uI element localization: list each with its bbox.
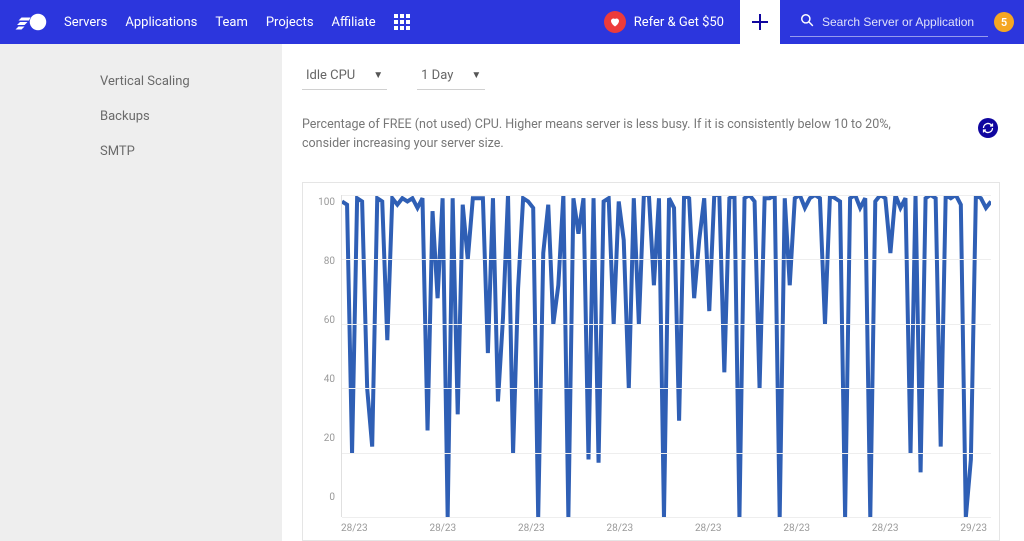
refresh-button[interactable]: [978, 118, 998, 138]
top-nav-bar: Servers Applications Team Projects Affil…: [0, 0, 1024, 44]
chevron-down-icon: ▼: [471, 70, 481, 81]
refer-label: Refer & Get $50: [634, 15, 724, 30]
notification-badge[interactable]: 5: [994, 12, 1014, 32]
chart-x-tick: 28/23: [518, 523, 545, 534]
nav-projects[interactable]: Projects: [266, 15, 314, 30]
brand-logo[interactable]: [14, 11, 50, 33]
metric-value: Idle CPU: [306, 68, 355, 83]
sidebar: Vertical Scaling Backups SMTP: [0, 44, 282, 541]
search-box[interactable]: [790, 7, 988, 37]
nav-applications[interactable]: Applications: [125, 15, 197, 30]
cpu-chart: 100806040200 28/2328/2328/2328/2328/2328…: [302, 182, 1000, 541]
heart-icon: [604, 11, 626, 33]
chart-y-tick: 0: [329, 492, 335, 503]
metric-description: Percentage of FREE (not used) CPU. Highe…: [302, 116, 922, 154]
chevron-down-icon: ▼: [373, 70, 383, 81]
chart-x-tick: 28/23: [429, 523, 456, 534]
sidebar-item-vertical-scaling[interactable]: Vertical Scaling: [0, 64, 282, 99]
chart-x-tick: 28/23: [872, 523, 899, 534]
sidebar-item-smtp[interactable]: SMTP: [0, 134, 282, 169]
filter-row: Idle CPU ▼ 1 Day ▼: [302, 64, 1000, 90]
range-value: 1 Day: [421, 68, 453, 83]
nav-servers[interactable]: Servers: [64, 15, 107, 30]
chart-x-tick: 28/23: [606, 523, 633, 534]
chart-y-tick: 100: [318, 197, 335, 208]
chart-x-tick: 28/23: [341, 523, 368, 534]
main-panel: Idle CPU ▼ 1 Day ▼ Percentage of FREE (n…: [282, 44, 1024, 541]
chart-series-line: [342, 195, 991, 518]
sidebar-item-backups[interactable]: Backups: [0, 99, 282, 134]
chart-y-tick: 60: [324, 315, 335, 326]
metric-dropdown[interactable]: Idle CPU ▼: [302, 64, 387, 90]
range-dropdown[interactable]: 1 Day ▼: [417, 64, 485, 90]
chart-y-tick: 20: [324, 433, 335, 444]
chart-x-tick: 28/23: [695, 523, 722, 534]
search-icon: [800, 13, 814, 31]
add-button[interactable]: [740, 0, 780, 44]
chart-x-axis: 28/23 28/23 28/23 28/23 28/23 28/23 28/23 29/23: [307, 517, 991, 534]
chart-y-tick: 40: [324, 374, 335, 385]
main-nav: Servers Applications Team Projects Affil…: [64, 15, 376, 30]
chart-plot-area: [341, 195, 991, 518]
apps-grid-icon[interactable]: [394, 14, 410, 30]
search-input[interactable]: [822, 15, 982, 29]
chart-x-tick: 28/23: [783, 523, 810, 534]
chart-x-tick: 29/23: [960, 523, 987, 534]
nav-affiliate[interactable]: Affiliate: [332, 15, 376, 30]
refer-link[interactable]: Refer & Get $50: [604, 11, 736, 33]
nav-team[interactable]: Team: [215, 15, 248, 30]
chart-y-axis: 100 80 60 40 20 0: [307, 195, 341, 518]
chart-y-tick: 80: [324, 256, 335, 267]
